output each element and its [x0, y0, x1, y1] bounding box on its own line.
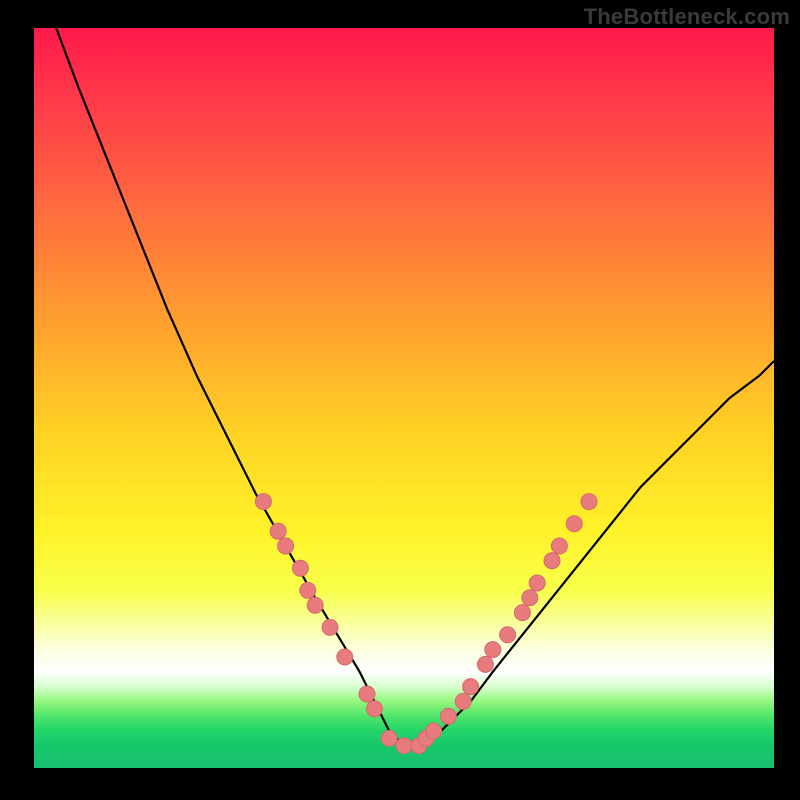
data-marker [322, 619, 338, 635]
data-marker [337, 649, 353, 665]
data-marker [581, 494, 597, 510]
data-marker [566, 516, 582, 532]
data-marker [551, 538, 567, 554]
data-marker [255, 494, 271, 510]
data-marker [544, 553, 560, 569]
chart-frame: TheBottleneck.com [0, 0, 800, 800]
data-marker [485, 642, 501, 658]
plot-area [34, 28, 774, 768]
data-marker [455, 693, 471, 709]
data-marker [500, 627, 516, 643]
bottleneck-curve [56, 28, 774, 746]
data-marker [514, 605, 530, 621]
data-marker [463, 679, 479, 695]
data-marker [300, 582, 316, 598]
data-marker [292, 560, 308, 576]
data-marker [278, 538, 294, 554]
data-marker [270, 523, 286, 539]
curve-svg [34, 28, 774, 768]
data-marker [440, 708, 456, 724]
data-marker [522, 590, 538, 606]
watermark-text: TheBottleneck.com [584, 4, 790, 30]
data-marker [359, 686, 375, 702]
data-marker [307, 597, 323, 613]
data-marker [396, 738, 412, 754]
data-marker [477, 656, 493, 672]
data-markers [255, 494, 597, 754]
data-marker [366, 701, 382, 717]
data-marker [529, 575, 545, 591]
data-marker [381, 730, 397, 746]
data-marker [426, 723, 442, 739]
